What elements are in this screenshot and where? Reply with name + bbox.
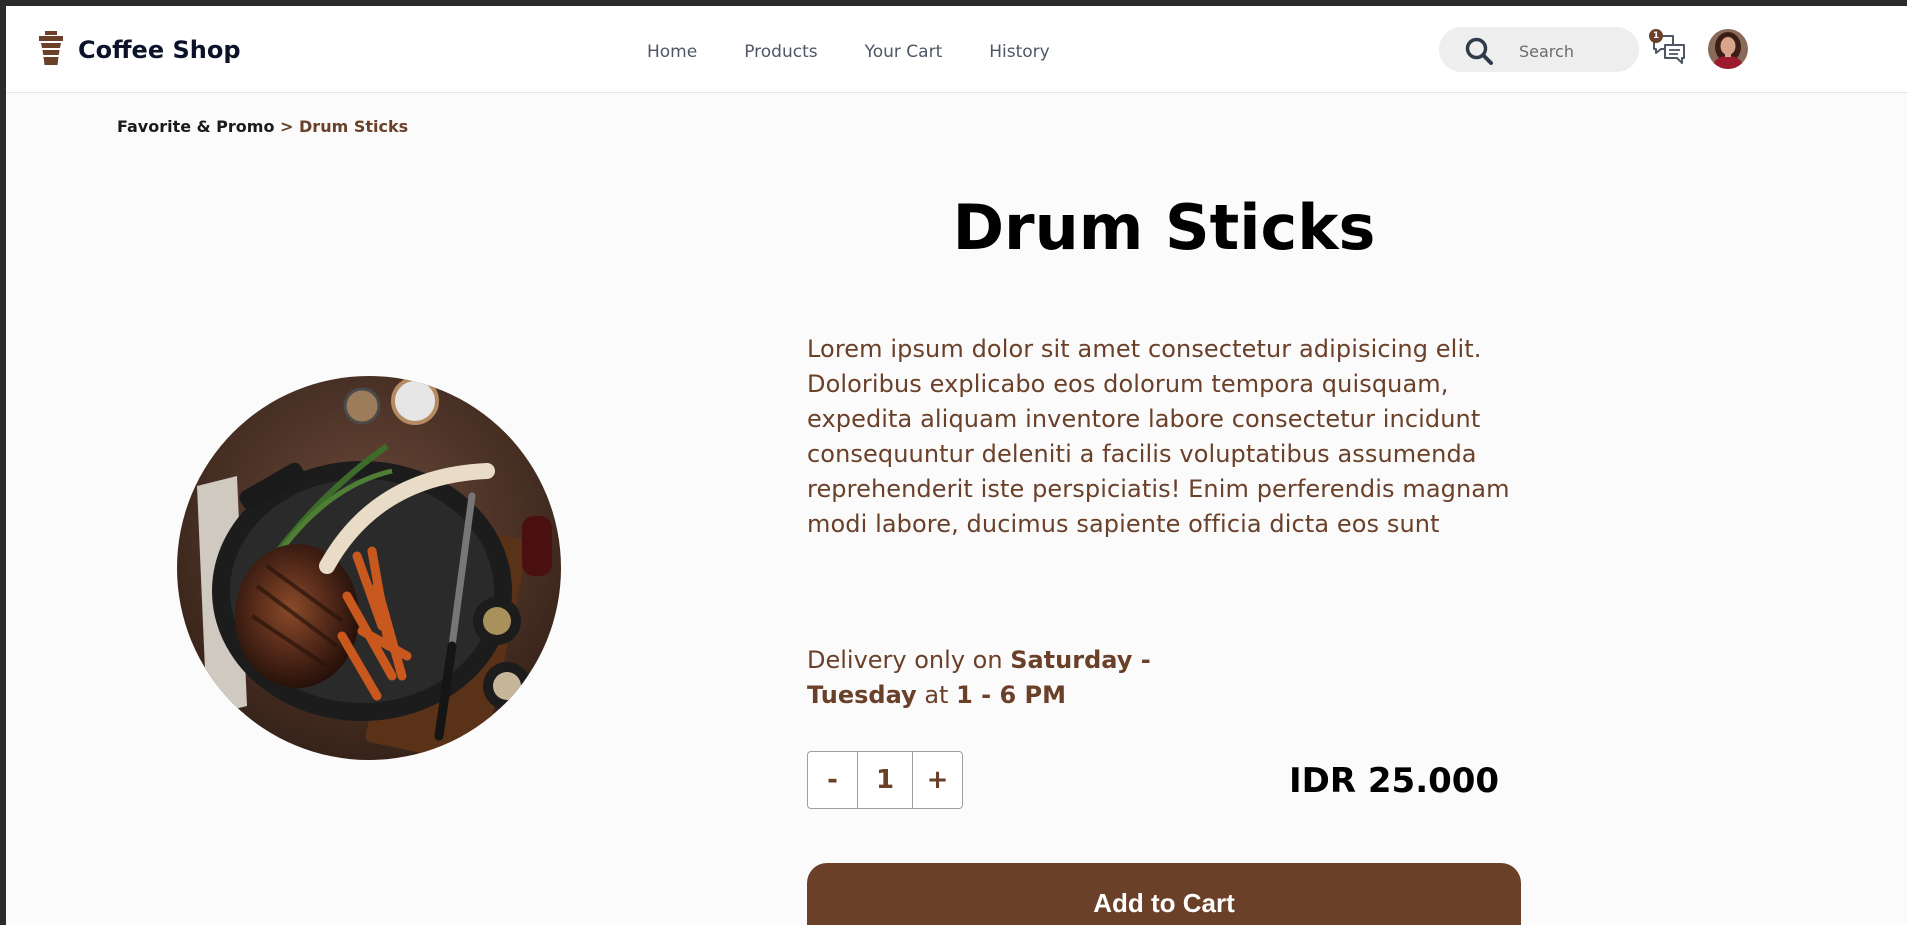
main-nav: Home Products Your Cart History [647,42,1097,62]
nav-products[interactable]: Products [744,42,817,62]
coffee-cup-icon [36,30,66,70]
chat-badge: 1 [1649,29,1663,43]
search-input[interactable] [1517,39,1631,63]
breadcrumb: Favorite & Promo > Drum Sticks [117,117,408,136]
nav-your-cart[interactable]: Your Cart [865,42,943,62]
delivery-prefix: Delivery only on [807,646,1003,674]
chat-icon [1651,35,1687,72]
increase-quantity-button[interactable]: + [913,752,962,808]
brand-name: Coffee Shop [78,36,241,64]
delivery-info: Delivery only on Saturday - Tuesday at 1… [807,643,1187,713]
product-price: IDR 25.000 [1289,761,1500,801]
chat-button[interactable]: 1 [1649,29,1687,68]
top-navbar: Coffee Shop Home Products Your Cart Hist… [6,6,1907,93]
nav-history[interactable]: History [989,42,1049,62]
search-box [1439,27,1639,72]
breadcrumb-current: Drum Sticks [299,117,409,136]
breadcrumb-separator: > [280,117,294,136]
delivery-middle: at [924,681,949,709]
product-image [177,376,561,760]
brand-logo[interactable]: Coffee Shop [36,30,241,70]
product-title: Drum Sticks [952,191,1376,264]
decrease-quantity-button[interactable]: - [808,752,857,808]
nav-home[interactable]: Home [647,42,697,62]
app-window: Coffee Shop Home Products Your Cart Hist… [6,6,1907,925]
breadcrumb-parent[interactable]: Favorite & Promo [117,117,274,136]
add-to-cart-button[interactable]: Add to Cart [807,863,1521,925]
avatar[interactable] [1708,29,1748,69]
quantity-value[interactable]: 1 [857,752,913,808]
quantity-stepper: - 1 + [807,751,963,809]
delivery-hours: 1 - 6 PM [956,681,1066,709]
product-description: Lorem ipsum dolor sit amet consectetur a… [807,335,1510,538]
